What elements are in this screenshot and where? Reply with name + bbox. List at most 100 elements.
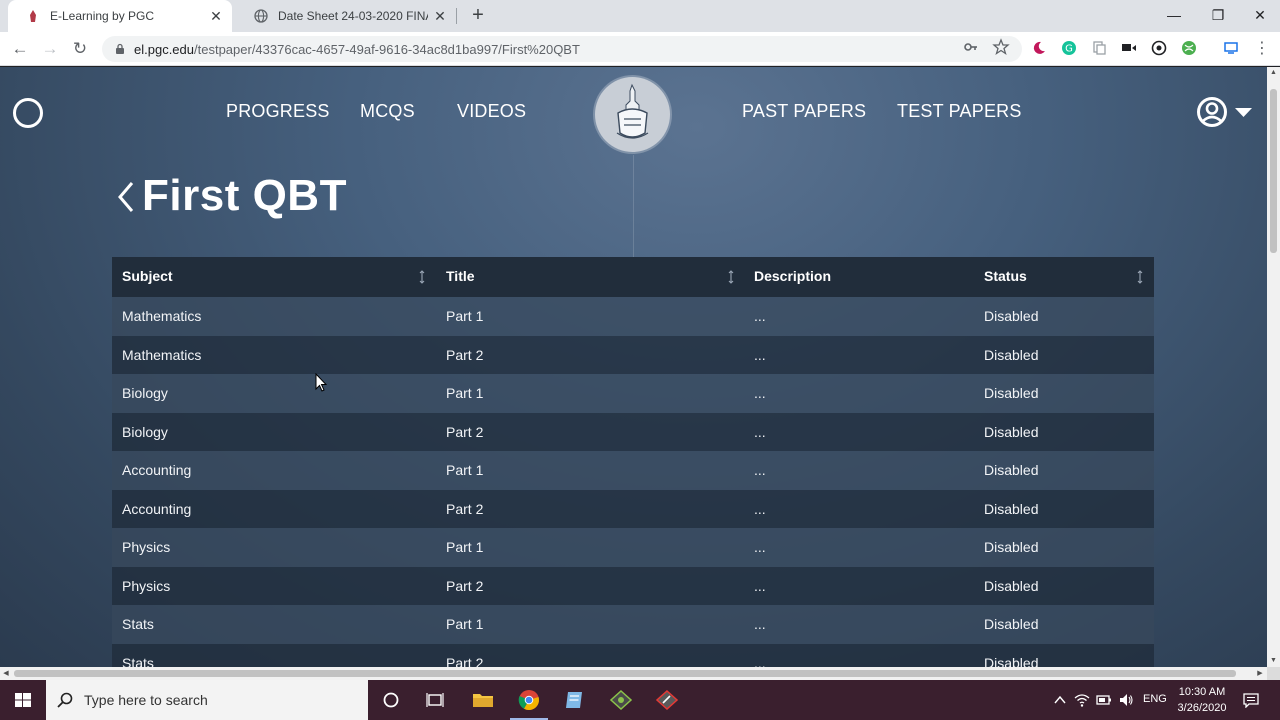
sort-icon[interactable] [1136,270,1144,284]
moon-extension-icon[interactable] [1031,40,1047,56]
cell-title: Part 1 [446,308,484,324]
url-path: /testpaper/43376cac-4657-49af-9616-34ac8… [194,41,580,57]
key-icon[interactable] [962,38,980,56]
screen-extension-icon[interactable] [1223,40,1239,56]
battery-icon[interactable] [1096,692,1112,708]
notifications-icon[interactable] [1243,692,1259,708]
cell-description: ... [754,500,766,517]
new-tab-icon[interactable]: + [466,4,490,28]
vertical-scroll-thumb[interactable] [1270,89,1277,253]
scroll-up-icon[interactable]: ▲ [1267,67,1280,79]
cell-subject: Mathematics [122,346,202,363]
sort-icon[interactable] [727,270,735,284]
task-view-button[interactable] [412,680,458,720]
table-row[interactable]: Stats Part 1... Disabled [112,605,1154,644]
language-indicator[interactable]: ENG [1143,693,1167,705]
copy-extension-icon[interactable] [1091,40,1107,56]
settings-extension-icon[interactable] [1151,40,1167,56]
close-tab-icon[interactable]: ✕ [204,8,228,25]
pgc-logo[interactable] [595,77,670,152]
table-row[interactable]: Stats Part 2... Disabled [112,643,1154,668]
user-circle-icon [1197,97,1252,127]
header-subject[interactable]: Subject [122,257,173,297]
table-header: Subject Title Description Status [112,257,1154,297]
search-icon [57,692,73,708]
volume-icon[interactable] [1118,692,1134,708]
chevron-up-icon[interactable] [1052,692,1068,708]
vertical-scrollbar[interactable]: ▲ ▼ [1267,67,1280,667]
windows-taskbar: Type here to search ENG 10:30 AM 3/26/20… [0,680,1280,720]
scrollbar-corner [1267,667,1280,680]
cell-description: ... [754,462,766,478]
file-explorer-button[interactable] [460,680,506,720]
scroll-down-icon[interactable]: ▼ [1267,655,1280,667]
pen-app-icon [656,690,678,710]
cell-description: ... [754,346,766,363]
tab-date-sheet[interactable]: Date Sheet 24-03-2020 FINAL (M ✕ [236,0,456,32]
profile-menu[interactable] [1196,96,1256,128]
nav-mcqs[interactable]: MCQS [360,101,415,122]
scroll-left-icon[interactable]: ◀ [0,667,12,680]
restore-icon[interactable]: ❐ [1196,0,1240,32]
cell-title: Part 2 [446,500,484,517]
diamond-app-icon [610,690,632,710]
cast-extension-icon[interactable] [1121,40,1137,56]
star-icon[interactable] [992,38,1010,56]
cell-status: Disabled [984,308,1039,324]
reload-icon[interactable]: ↻ [68,37,92,61]
cell-description: ... [754,539,766,555]
taskbar-clock[interactable]: 10:30 AM 3/26/2020 [1172,684,1232,716]
header-status[interactable]: Status [984,257,1027,297]
taskbar-search-box[interactable]: Type here to search [46,680,368,720]
svg-text:G: G [1065,44,1073,55]
circle-menu-icon[interactable] [13,98,43,128]
grammarly-icon[interactable]: G [1061,40,1077,56]
minimize-icon[interactable]: — [1152,0,1196,32]
nav-test-papers[interactable]: TEST PAPERS [897,101,1022,122]
chrome-icon [518,690,539,711]
cell-description: ... [754,308,766,324]
cell-subject: Biology [122,423,168,440]
table-row[interactable]: Physics Part 2... Disabled [112,566,1154,605]
sort-icon[interactable] [418,270,426,284]
nav-past-papers[interactable]: PAST PAPERS [742,101,866,122]
windows-logo-icon [15,693,31,707]
horizontal-scroll-thumb[interactable] [14,670,1236,677]
edraw-app-button[interactable] [598,680,644,720]
table-row[interactable]: Accounting Part 1... Disabled [112,451,1154,490]
globe-extension-icon[interactable] [1181,40,1197,56]
table-row[interactable]: Biology Part 1... Disabled [112,374,1154,413]
nav-progress[interactable]: PROGRESS [226,101,330,122]
cell-subject: Stats [122,616,154,632]
notebook-app-button[interactable] [552,680,598,720]
table-row[interactable]: Mathematics Part 2... Disabled [112,335,1154,374]
more-menu-icon[interactable]: ⋮ [1250,37,1274,61]
table-row[interactable]: Physics Part 1... Disabled [112,528,1154,567]
table-row[interactable]: Biology Part 2... Disabled [112,412,1154,451]
close-tab-icon[interactable]: ✕ [428,8,452,25]
table-row[interactable]: Mathematics Part 1... Disabled [112,297,1154,336]
mouse-cursor-icon [315,373,327,392]
cell-status: Disabled [984,654,1039,668]
nav-videos[interactable]: VIDEOS [457,101,526,122]
cortana-button[interactable] [368,680,414,720]
chevron-left-icon[interactable] [114,179,138,215]
back-arrow-icon[interactable]: ← [8,37,32,61]
wifi-icon[interactable] [1074,692,1090,708]
clock-date: 3/26/2020 [1177,702,1227,714]
tab-elearning[interactable]: E-Learning by PGC ✕ [8,0,232,32]
cell-status: Disabled [984,346,1039,363]
cell-title: Part 2 [446,346,484,363]
task-view-icon [426,693,444,707]
pen-app-button[interactable] [644,680,690,720]
scroll-right-icon[interactable]: ▶ [1254,667,1266,680]
address-bar[interactable]: el.pgc.edu /testpaper/43376cac-4657-49af… [102,36,1022,62]
header-title[interactable]: Title [446,257,475,297]
chrome-taskbar-button[interactable] [506,680,552,720]
windows-start-button[interactable] [0,680,46,720]
table-row[interactable]: Accounting Part 2... Disabled [112,489,1154,528]
forward-arrow-icon[interactable]: → [38,37,62,61]
close-window-icon[interactable]: ✕ [1238,0,1280,32]
page-title: First QBT [142,171,347,220]
horizontal-scrollbar[interactable]: ◀ ▶ [0,667,1267,680]
